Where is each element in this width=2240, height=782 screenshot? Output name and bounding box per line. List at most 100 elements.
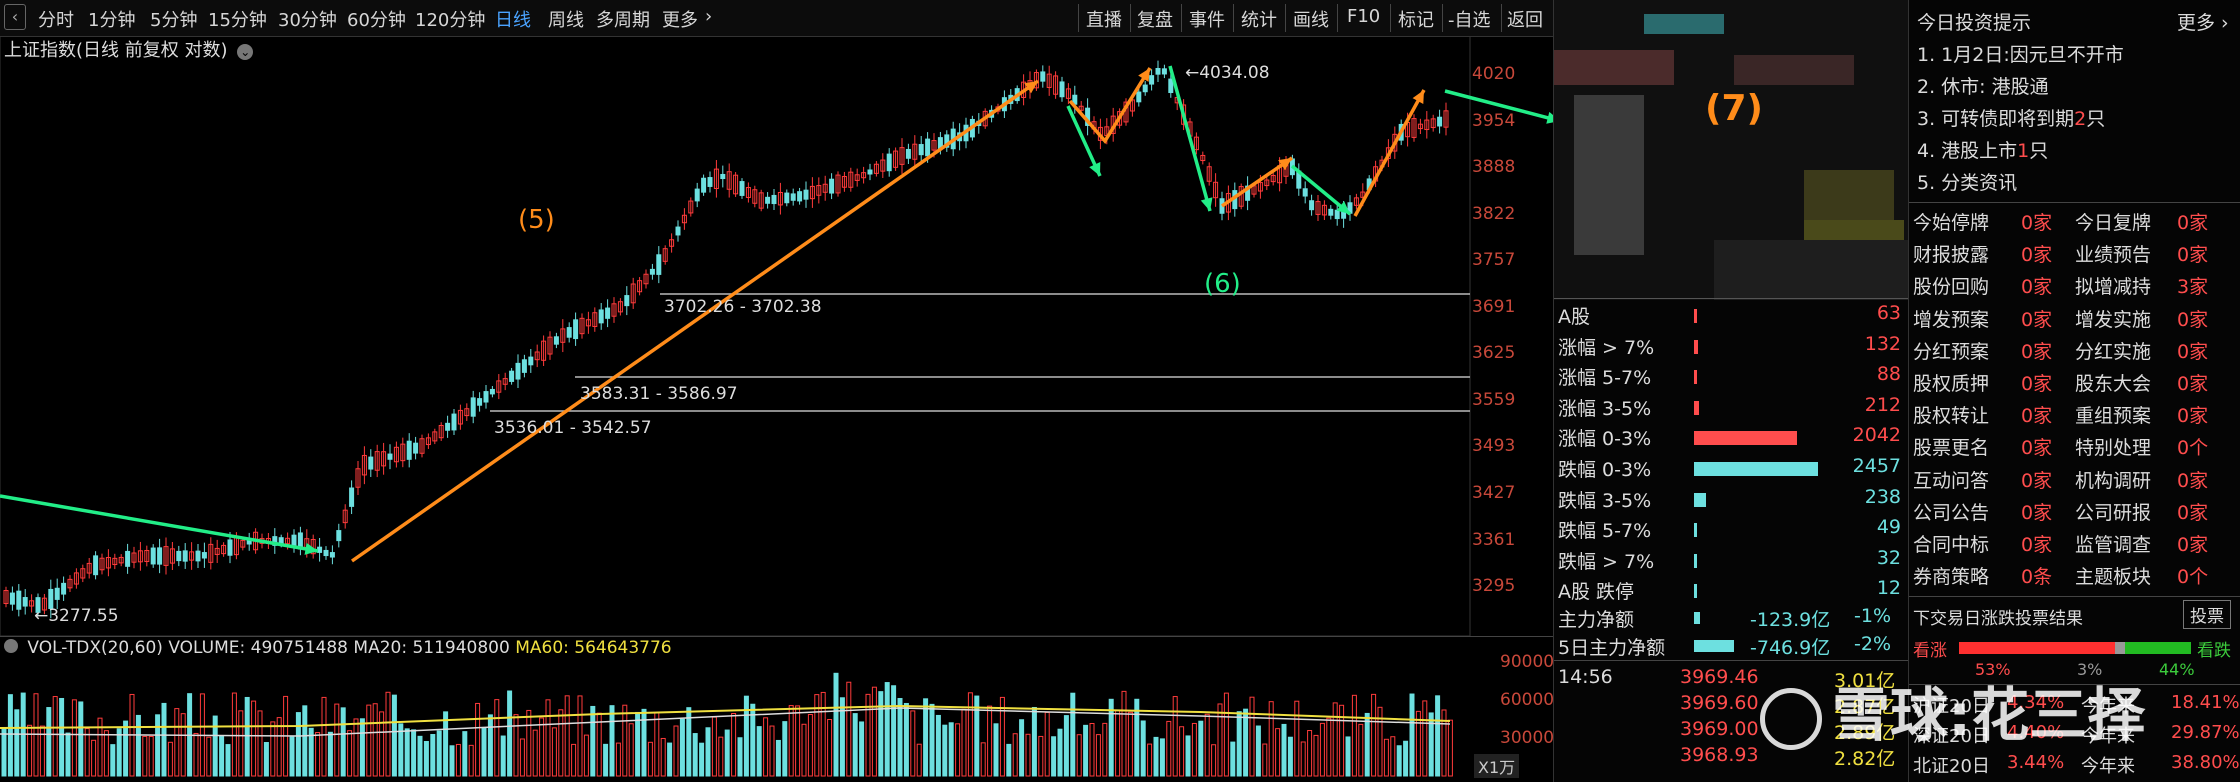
- tips-more-link[interactable]: 更多 ›: [2177, 8, 2229, 35]
- tip-category[interactable]: 公司公告: [1913, 498, 1989, 525]
- volume-bar: [238, 710, 244, 777]
- candlestick: [758, 189, 764, 212]
- volume-bar: [257, 710, 263, 777]
- vote-down-pct: 44%: [2159, 660, 2195, 679]
- volume-bar: [1300, 741, 1306, 777]
- period-tab-5min[interactable]: 5分钟: [150, 6, 197, 32]
- back-arrow-icon[interactable]: ‹: [4, 4, 26, 30]
- live-button[interactable]: 直播: [1086, 6, 1122, 32]
- tip-category[interactable]: 财报披露: [1913, 240, 1989, 267]
- candlestick: [112, 553, 118, 570]
- candlestick: [816, 177, 822, 204]
- candlestick: [329, 545, 335, 565]
- events-button[interactable]: 事件: [1189, 6, 1225, 32]
- volume-bar: [1243, 708, 1249, 777]
- tick-time: 14:56: [1558, 666, 1613, 688]
- period-tab-15min[interactable]: 15分钟: [208, 6, 267, 32]
- period-tab-120min[interactable]: 120分钟: [415, 6, 485, 32]
- tip-item[interactable]: 2. 休市: 港股通: [1917, 72, 2049, 99]
- volume-bar: [1172, 696, 1178, 777]
- candlestick: [54, 578, 60, 610]
- more-menu[interactable]: 更多: [662, 6, 698, 32]
- period-tab-1min[interactable]: 1分钟: [88, 6, 135, 32]
- wave-arrow: [1168, 65, 1213, 212]
- chevron-right-icon[interactable]: ›: [705, 6, 712, 27]
- draw-line-button[interactable]: 画线: [1293, 6, 1329, 32]
- period-tab-multi[interactable]: 多周期: [596, 6, 650, 32]
- tip-category[interactable]: 券商策略: [1913, 562, 1989, 589]
- wave-arrow: [1290, 164, 1352, 216]
- tip-category[interactable]: 股份回购: [1913, 272, 1989, 299]
- candlestick: [3, 586, 9, 608]
- tip-category[interactable]: 分红预案: [1913, 337, 1989, 364]
- tip-category[interactable]: 互动问答: [1913, 466, 1989, 493]
- tip-category[interactable]: 主题板块: [2075, 562, 2151, 589]
- period-tab-daily[interactable]: 日线: [495, 6, 531, 32]
- vote-button[interactable]: 投票: [2183, 600, 2231, 629]
- candlestick: [374, 444, 380, 478]
- period-tab-fenshi[interactable]: 分时: [38, 6, 74, 32]
- wave-arrow: [1353, 89, 1426, 217]
- tip-item[interactable]: 3. 可转债即将到期2只: [1917, 104, 2105, 131]
- f10-button[interactable]: F10: [1347, 6, 1380, 27]
- tip-category[interactable]: 增发预案: [1913, 305, 1989, 332]
- tip-category[interactable]: 公司研报: [2075, 498, 2151, 525]
- volume-bar: [923, 698, 929, 777]
- tip-item[interactable]: 4. 港股上市1只: [1917, 136, 2048, 163]
- candlestick: [617, 298, 623, 316]
- volume-bar: [155, 714, 161, 777]
- tip-category[interactable]: 股权转让: [1913, 401, 1989, 428]
- tip-category[interactable]: 股东大会: [2075, 369, 2151, 396]
- tip-category[interactable]: 股权质押: [1913, 369, 1989, 396]
- candlestick: [1046, 65, 1052, 96]
- volume-bar: [71, 699, 77, 777]
- candlestick: [829, 173, 835, 200]
- tip-category[interactable]: 今日复牌: [2075, 208, 2151, 235]
- period-tab-weekly[interactable]: 周线: [548, 6, 584, 32]
- mark-button[interactable]: 标记: [1398, 6, 1434, 32]
- wave-label-7: (7): [1705, 88, 1763, 129]
- tip-category[interactable]: 业绩预告: [2075, 240, 2151, 267]
- candlestick: [880, 153, 886, 178]
- volume-bar: [436, 730, 442, 777]
- candlestick: [861, 166, 867, 184]
- volume-bar: [1025, 733, 1031, 777]
- volume-bar: [142, 735, 148, 777]
- tip-item[interactable]: 1. 1月2日:因元旦不开市: [1917, 40, 2124, 67]
- volume-bar: [1313, 734, 1319, 777]
- candlestick: [701, 174, 707, 196]
- tip-category[interactable]: 分红实施: [2075, 337, 2151, 364]
- period-tab-30min[interactable]: 30分钟: [278, 6, 337, 32]
- tip-category[interactable]: 拟增减持: [2075, 272, 2151, 299]
- zone-label-3536: 3536.01 - 3542.57: [494, 418, 652, 438]
- tip-category[interactable]: 监管调查: [2075, 530, 2151, 557]
- volume-bar: [1371, 693, 1377, 777]
- stats-button[interactable]: 统计: [1241, 6, 1277, 32]
- candlestick: [560, 319, 566, 353]
- candlestick-chart[interactable]: ←4034.08 ←3277.55 3702.26 - 3702.38 3583.31…: [0, 36, 1553, 636]
- candlestick: [393, 441, 399, 468]
- volume-bar: [1076, 734, 1082, 777]
- tip-item[interactable]: 5. 分类资讯: [1917, 168, 2017, 195]
- tip-count: 0家: [2021, 469, 2053, 492]
- tip-category[interactable]: 合同中标: [1913, 530, 1989, 557]
- volume-bar: [724, 729, 730, 777]
- candlestick: [541, 335, 547, 366]
- tip-category[interactable]: 重组预案: [2075, 401, 2151, 428]
- period-tab-60min[interactable]: 60分钟: [347, 6, 406, 32]
- tip-category[interactable]: 增发实施: [2075, 305, 2151, 332]
- volume-bar: [1307, 730, 1313, 777]
- wave-5-arrow: [350, 79, 1040, 563]
- candlestick: [873, 161, 879, 177]
- watchlist-button[interactable]: -自选: [1448, 6, 1491, 32]
- tip-category[interactable]: 今始停牌: [1913, 208, 1989, 235]
- tip-category[interactable]: 股票更名: [1913, 433, 1989, 460]
- return-button[interactable]: 返回: [1507, 6, 1543, 32]
- volume-unit-badge[interactable]: X1万: [1474, 754, 1520, 778]
- candlestick: [1149, 69, 1155, 91]
- volume-bar: [756, 726, 762, 777]
- tip-category[interactable]: 机构调研: [2075, 466, 2151, 493]
- tip-category[interactable]: 特别处理: [2075, 433, 2151, 460]
- tip-count: 0家: [2177, 534, 2209, 556]
- review-button[interactable]: 复盘: [1137, 6, 1173, 32]
